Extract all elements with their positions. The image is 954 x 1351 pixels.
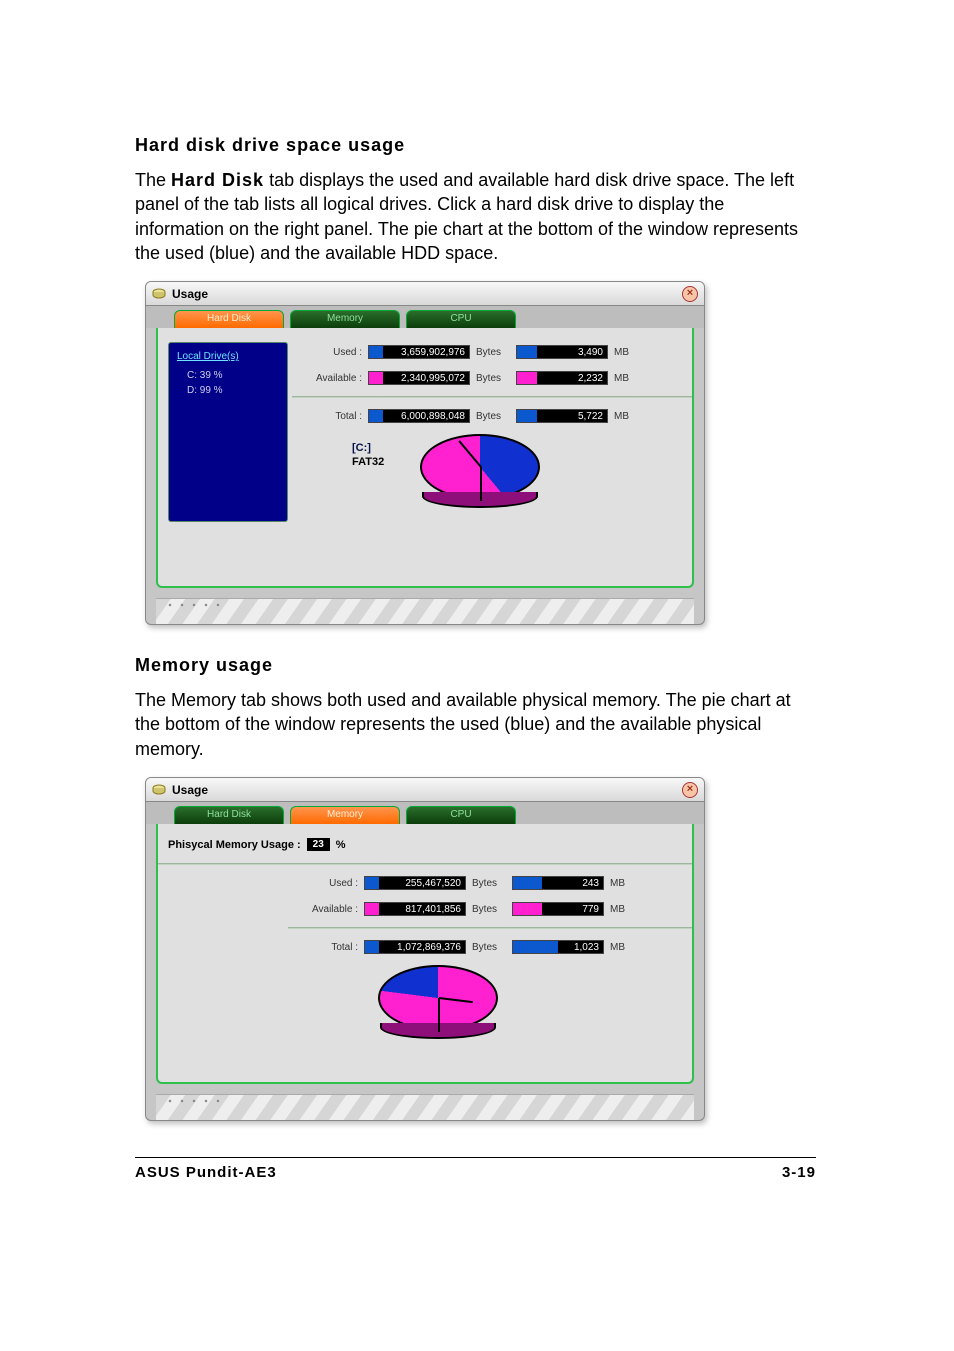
mem-pie-chart (368, 963, 508, 1043)
bytes-unit: Bytes (472, 878, 506, 889)
hd-avail-mb-bar: 2,232 (516, 371, 608, 385)
hd-avail-bytes-bar: 2,340,995,072 (368, 371, 470, 385)
mb-unit: MB (610, 878, 644, 889)
mb-unit: MB (614, 373, 648, 384)
usage-window-memory: Usage × Hard Disk Memory CPU Phisycal Me… (145, 777, 705, 1121)
tabstrip: Hard Disk Memory CPU (146, 306, 704, 328)
drive-item-c[interactable]: C: 39 % (177, 368, 279, 383)
page-footer: ASUS Pundit-AE3 3-19 (135, 1157, 816, 1181)
mem-bars: Used : 255,467,520 Bytes 243 MB Availabl… (298, 873, 682, 957)
bytes-unit: Bytes (472, 942, 506, 953)
hd-avail-row: Available : 2,340,995,072 Bytes 2,232 MB (302, 368, 682, 388)
hd-body-pre: The (135, 170, 171, 190)
mem-total-bytes-bar: 1,072,869,376 (364, 940, 466, 954)
mem-usage-header: Phisycal Memory Usage : 23 % (168, 838, 682, 851)
mem-client: Phisycal Memory Usage : 23 % Used : 255,… (156, 824, 694, 1084)
close-button[interactable]: × (682, 782, 698, 798)
divider (288, 927, 692, 929)
window-title: Usage (172, 783, 682, 797)
mem-avail-mb: 779 (582, 904, 599, 915)
hd-total-row: Total : 6,000,898,048 Bytes 5,722 MB (302, 406, 682, 426)
drive-list-panel: Local Drive(s) C: 39 % D: 99 % (168, 342, 288, 522)
hd-heading: Hard disk drive space usage (135, 135, 816, 156)
mem-avail-bytes: 817,401,856 (405, 904, 461, 915)
hd-used-bytes-bar: 3,659,902,976 (368, 345, 470, 359)
mb-unit: MB (614, 411, 648, 422)
tab-memory[interactable]: Memory (290, 310, 400, 328)
mem-used-row: Used : 255,467,520 Bytes 243 MB (298, 873, 682, 893)
mem-usage-unit: % (336, 839, 346, 851)
mem-used-mb: 243 (582, 878, 599, 889)
mem-total-row: Total : 1,072,869,376 Bytes 1,023 MB (298, 937, 682, 957)
titlebar[interactable]: Usage × (146, 282, 704, 306)
filesystem-label: FAT32 (352, 456, 384, 468)
hd-total-bytes-bar: 6,000,898,048 (368, 409, 470, 423)
mem-usage-label: Phisycal Memory Usage : (168, 839, 301, 851)
hd-total-mb: 5,722 (578, 411, 603, 422)
hd-pie-chart (410, 432, 550, 512)
hd-used-mb-bar: 3,490 (516, 345, 608, 359)
hd-used-bytes: 3,659,902,976 (401, 347, 465, 358)
mem-total-bytes: 1,072,869,376 (397, 942, 461, 953)
resize-grip[interactable] (156, 598, 694, 624)
hd-used-label: Used : (302, 347, 362, 358)
hd-used-row: Used : 3,659,902,976 Bytes 3,490 MB (302, 342, 682, 362)
mem-avail-label: Available : (298, 904, 358, 915)
tabstrip: Hard Disk Memory CPU (146, 802, 704, 824)
divider (158, 863, 692, 865)
hd-total-label: Total : (302, 411, 362, 422)
mem-usage-value: 23 (307, 838, 330, 851)
tab-cpu[interactable]: CPU (406, 806, 516, 824)
mb-unit: MB (610, 904, 644, 915)
divider (292, 396, 692, 398)
tab-hard-disk[interactable]: Hard Disk (174, 310, 284, 328)
mem-avail-row: Available : 817,401,856 Bytes 779 MB (298, 899, 682, 919)
tab-hard-disk[interactable]: Hard Disk (174, 806, 284, 824)
hd-client: Local Drive(s) C: 39 % D: 99 % Used : 3,… (156, 328, 694, 588)
hd-total-bytes: 6,000,898,048 (401, 411, 465, 422)
hd-body: The Hard Disk tab displays the used and … (135, 168, 816, 265)
mem-used-label: Used : (298, 878, 358, 889)
tab-cpu[interactable]: CPU (406, 310, 516, 328)
mem-body: The Memory tab shows both used and avail… (135, 688, 816, 761)
drive-icon (152, 287, 166, 301)
mb-unit: MB (614, 347, 648, 358)
hd-avail-bytes: 2,340,995,072 (401, 373, 465, 384)
hd-avail-label: Available : (302, 373, 362, 384)
hd-used-mb: 3,490 (578, 347, 603, 358)
bytes-unit: Bytes (472, 904, 506, 915)
titlebar[interactable]: Usage × (146, 778, 704, 802)
mem-total-mb: 1,023 (574, 942, 599, 953)
selected-drive-label: [C:] (352, 442, 384, 454)
resize-grip[interactable] (156, 1094, 694, 1120)
bytes-unit: Bytes (476, 411, 510, 422)
hd-avail-mb: 2,232 (578, 373, 603, 384)
mem-total-mb-bar: 1,023 (512, 940, 604, 954)
mem-avail-bytes-bar: 817,401,856 (364, 902, 466, 916)
close-button[interactable]: × (682, 286, 698, 302)
footer-left: ASUS Pundit-AE3 (135, 1164, 277, 1181)
bytes-unit: Bytes (476, 347, 510, 358)
hd-bars: Used : 3,659,902,976 Bytes 3,490 MB Avai… (302, 342, 682, 522)
mb-unit: MB (610, 942, 644, 953)
mem-used-mb-bar: 243 (512, 876, 604, 890)
hd-total-mb-bar: 5,722 (516, 409, 608, 423)
window-title: Usage (172, 287, 682, 301)
mem-avail-mb-bar: 779 (512, 902, 604, 916)
tab-memory[interactable]: Memory (290, 806, 400, 824)
footer-right: 3-19 (782, 1164, 816, 1181)
mem-used-bytes: 255,467,520 (405, 878, 461, 889)
drive-icon (152, 783, 166, 797)
drive-list-header: Local Drive(s) (177, 349, 279, 364)
mem-heading: Memory usage (135, 655, 816, 676)
hd-body-bold: Hard Disk (171, 170, 264, 190)
usage-window-harddisk: Usage × Hard Disk Memory CPU Local Drive… (145, 281, 705, 625)
mem-used-bytes-bar: 255,467,520 (364, 876, 466, 890)
drive-item-d[interactable]: D: 99 % (177, 383, 279, 398)
bytes-unit: Bytes (476, 373, 510, 384)
mem-total-label: Total : (298, 942, 358, 953)
